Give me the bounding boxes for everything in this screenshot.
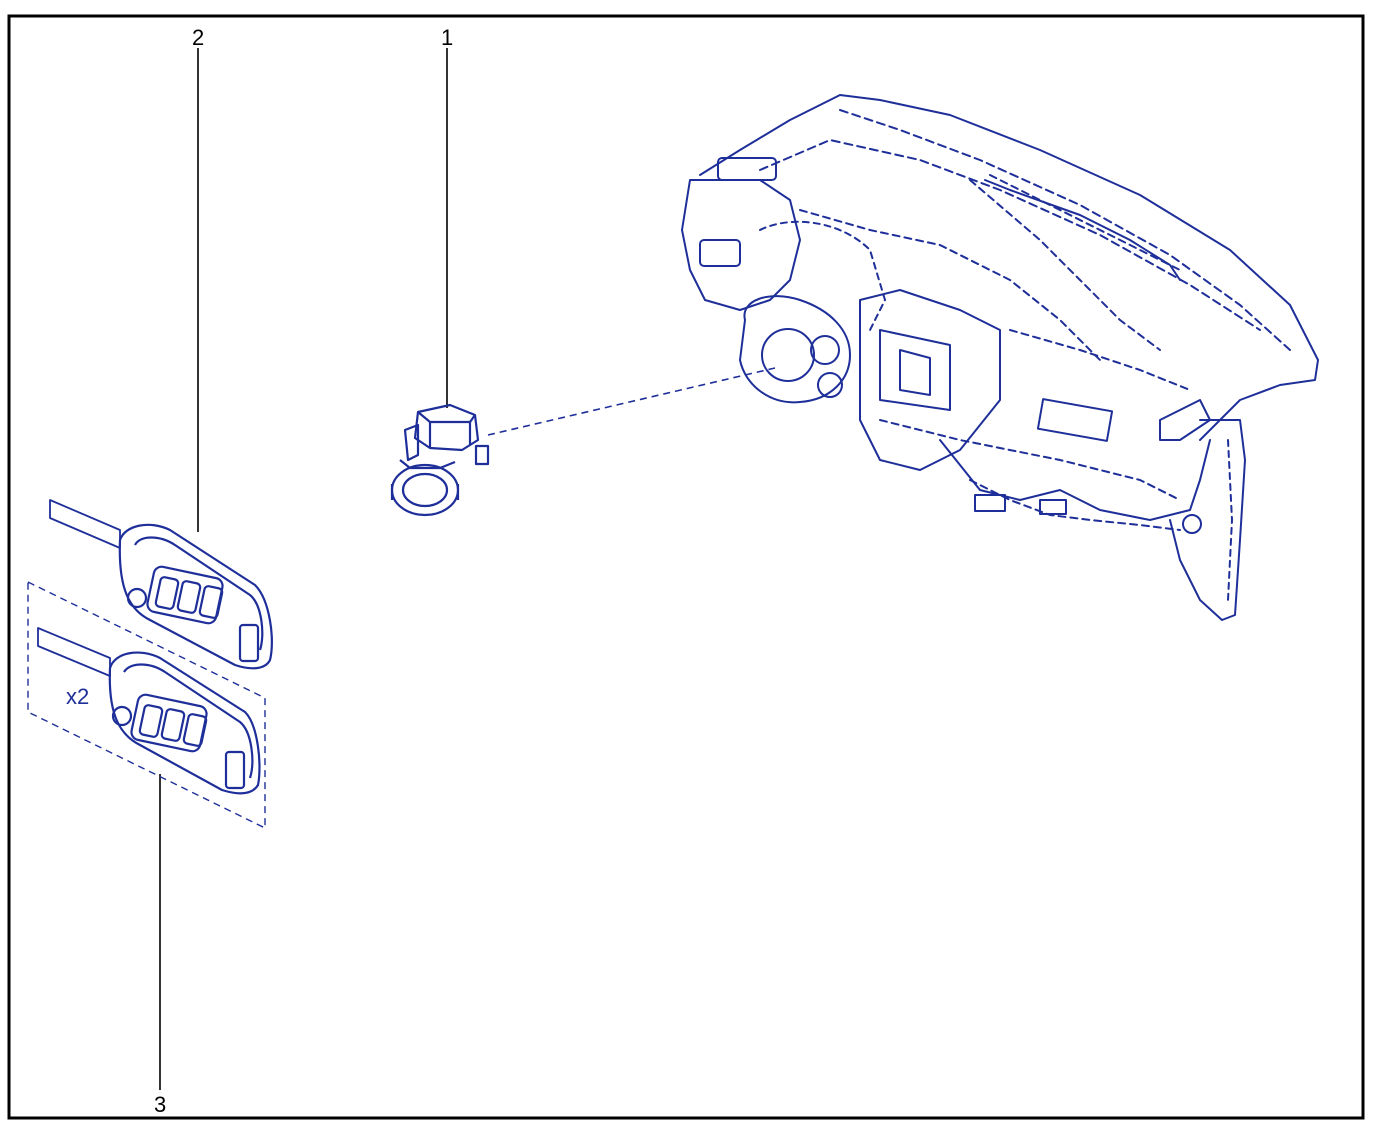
assembly-guide-line (487, 367, 776, 436)
diagram-border (7, 14, 1365, 1120)
quantity-note: x2 (66, 684, 89, 709)
callout-1: 1 (441, 25, 453, 50)
leader-lines (159, 48, 448, 1090)
callout-3: 3 (154, 1092, 166, 1117)
dashboard-illustration (681, 94, 1319, 621)
remote-key-part-2 (49, 499, 273, 670)
callout-2: 2 (192, 25, 204, 50)
ignition-switch-part (390, 403, 490, 517)
parts-diagram: 1 2 3 x2 (7, 14, 1365, 1120)
